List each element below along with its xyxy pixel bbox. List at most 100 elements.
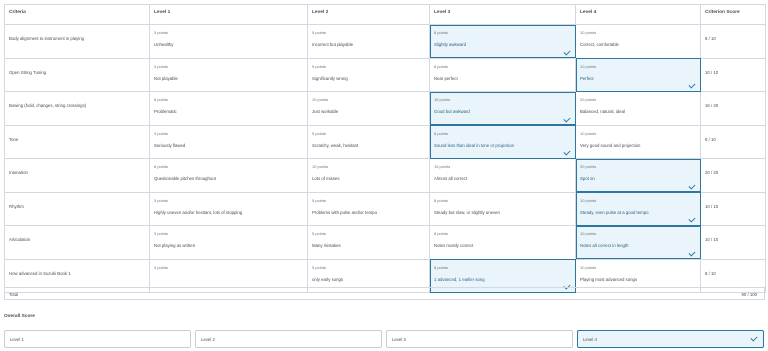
level-description: Seriously flawed	[154, 142, 186, 148]
level-points: 10 points	[580, 264, 597, 270]
level-points: 10 points	[580, 130, 597, 136]
level-description: Steady but slow, or slightly uneven	[434, 209, 500, 215]
level-cell-3[interactable]: 15 points Almost all correct	[429, 158, 576, 193]
overall-level-label: Level 4	[583, 337, 597, 342]
level-points: 20 points	[580, 97, 597, 102]
level-cell-2[interactable]: 10 points Lots of misses	[307, 158, 430, 193]
overall-level-1[interactable]: Level 1	[4, 330, 191, 348]
level-description: Correct, comfortable	[580, 42, 619, 47]
level-points: 3 points	[154, 30, 169, 35]
total-value: 90 / 100	[741, 292, 757, 297]
level-cell-4[interactable]: 10 points Notes all correct in length	[575, 225, 701, 260]
level-cell-3[interactable]: 16 points Good but awkward	[429, 91, 576, 126]
level-cell-2[interactable]: 10 points Just workable	[307, 91, 430, 126]
level-description: 1 advanced, 1 earlier song	[434, 276, 485, 282]
level-cell-4[interactable]: 20 points Spot on	[575, 158, 701, 193]
level-description: Scratchy, weak, hesitant	[312, 142, 359, 148]
level-points: 10 points	[312, 97, 329, 102]
level-cell-3[interactable]: 8 points Near perfect	[429, 57, 576, 92]
level-cell-2[interactable]: 5 points Problems with pulse and/or tempo	[307, 191, 430, 226]
level-description: Not playing as written	[154, 243, 196, 248]
rubric-row: Body alignment to instrument in playing 3…	[4, 24, 766, 59]
criterion-name: Tone	[4, 124, 150, 159]
level-cell-2[interactable]: 5 points Incorrect but playable	[307, 24, 430, 59]
level-points: 3 points	[154, 264, 169, 270]
criterion-score: 16 / 20	[700, 91, 766, 126]
criterion-score: 10 / 10	[700, 191, 766, 226]
level-cell-1[interactable]: 3 points Not playable	[149, 57, 308, 92]
level-description: Many mistakes	[312, 243, 341, 248]
level-points: 3 points	[154, 63, 169, 69]
rubric-row: Rhythm 3 points Highly uneven and/or hesit…	[4, 191, 766, 226]
level-cell-4[interactable]: 10 points Very good sound and projection	[575, 124, 701, 159]
overall-level-3[interactable]: Level 3	[386, 330, 573, 348]
level-points: 5 points	[312, 130, 327, 136]
header-criterion-score: Criterion Score	[700, 4, 766, 25]
level-description: Balanced, natural, ideal	[580, 109, 625, 114]
checkmark-icon	[688, 181, 696, 190]
checkmark-icon	[750, 334, 758, 342]
overall-level-label: Level 3	[392, 337, 406, 342]
level-description: Very good sound and projection	[580, 142, 641, 148]
level-description: Significantly wrong	[312, 75, 348, 81]
level-description: Good but awkward	[434, 109, 470, 114]
level-description: Incorrect but playable	[312, 42, 354, 47]
rubric-table: Criteria Level 1 Level 2 Level 3 Level 4…	[4, 4, 766, 293]
level-points: 8 points	[434, 30, 449, 35]
level-description: Problematic	[154, 109, 177, 114]
level-cell-2[interactable]: 5 points Scratchy, weak, hesitant	[307, 124, 430, 159]
level-cell-4[interactable]: 10 points Steady, even pulse at a good te…	[575, 191, 701, 226]
criterion-score: 10 / 10	[700, 57, 766, 92]
level-description: Not playable	[154, 75, 178, 81]
header-level-3: Level 3	[429, 4, 576, 25]
level-description: only early songs	[312, 276, 344, 282]
criterion-name: Intonation	[4, 158, 150, 193]
level-cell-1[interactable]: 3 points Unhealthy	[149, 24, 308, 59]
level-description: Perfect	[580, 75, 594, 81]
level-points: 5 points	[312, 231, 327, 236]
level-points: 10 points	[580, 63, 597, 69]
level-cell-3[interactable]: 8 points Notes mostly correct	[429, 225, 576, 260]
level-cell-4[interactable]: 10 points Correct, comfortable	[575, 24, 701, 59]
level-points: 15 points	[434, 164, 451, 169]
level-description: Almost all correct	[434, 176, 467, 181]
overall-level-label: Level 1	[10, 337, 24, 342]
level-description: Slightly awkward	[434, 42, 467, 47]
level-cell-1[interactable]: 6 points Questionable pitches throughout	[149, 158, 308, 193]
level-points: 3 points	[154, 197, 169, 203]
level-points: 5 points	[312, 63, 327, 69]
level-cell-2[interactable]: 5 points Significantly wrong	[307, 57, 430, 92]
header-level-2: Level 2	[307, 4, 430, 25]
total-label: Total	[9, 292, 19, 297]
level-cell-4[interactable]: 20 points Balanced, natural, ideal	[575, 91, 701, 126]
level-cell-3[interactable]: 8 points Steady but slow, or slightly une…	[429, 191, 576, 226]
level-description: Unhealthy	[154, 42, 174, 47]
level-description: Problems with pulse and/or tempo	[312, 209, 377, 215]
rubric-row: Articulation 3 points Not playing as writt…	[4, 225, 766, 260]
checkmark-icon	[688, 215, 696, 223]
level-cell-1[interactable]: 6 points Problematic	[149, 91, 308, 126]
level-description: Just workable	[312, 109, 339, 114]
overall-level-2[interactable]: Level 2	[195, 330, 382, 348]
rubric-row: Bowing (hold, changes, string crossings)…	[4, 91, 766, 126]
overall-score-levels: Level 1 Level 2 Level 3 Level 4	[4, 330, 765, 348]
criterion-name: Body alignment to instrument in playing	[4, 24, 150, 59]
criterion-name: Bowing (hold, changes, string crossings)	[4, 91, 150, 126]
level-cell-1[interactable]: 3 points Seriously flawed	[149, 124, 308, 159]
level-cell-4[interactable]: 10 points Perfect	[575, 57, 701, 92]
overall-level-label: Level 2	[201, 337, 215, 342]
level-cell-1[interactable]: 3 points Highly uneven and/or hesitant, l…	[149, 191, 308, 226]
level-cell-2[interactable]: 5 points Many mistakes	[307, 225, 430, 260]
level-points: 3 points	[154, 130, 169, 136]
level-cell-3[interactable]: 8 points Slightly awkward	[429, 24, 576, 59]
level-cell-1[interactable]: 3 points Not playing as written	[149, 225, 308, 260]
overall-level-4[interactable]: Level 4	[577, 330, 764, 348]
level-points: 8 points	[434, 197, 449, 203]
criterion-score: 10 / 10	[700, 225, 766, 260]
criterion-name: Open String Tuning	[4, 57, 150, 92]
level-points: 5 points	[312, 30, 327, 35]
header-level-1: Level 1	[149, 4, 308, 25]
level-cell-3[interactable]: 8 points Sound less than ideal in tone or…	[429, 124, 576, 159]
level-description: Spot on	[580, 176, 595, 181]
level-points: 6 points	[154, 97, 169, 102]
